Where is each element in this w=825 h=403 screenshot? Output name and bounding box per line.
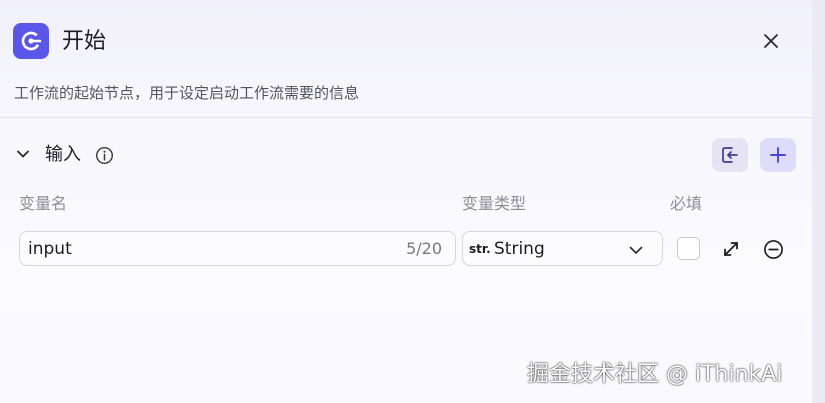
section-title-input: 输入	[45, 144, 81, 165]
background-edge	[812, 0, 825, 403]
start-node-icon	[13, 23, 49, 59]
chevron-down-icon	[629, 246, 643, 254]
info-icon[interactable]	[94, 145, 114, 165]
watermark: 掘金技术社区 @ iThinkAi	[527, 362, 783, 387]
start-node-panel: 开始 工作流的起始节点，用于设定启动工作流需要的信息 输入 变量名 变量类型 必…	[0, 0, 812, 403]
expand-icon	[724, 242, 738, 256]
header-divider	[0, 117, 812, 118]
page-title: 开始	[62, 29, 107, 54]
minus-circle-icon	[763, 239, 783, 259]
string-type-icon: str.	[469, 242, 491, 256]
remove-variable-button[interactable]	[762, 238, 784, 260]
column-header-required: 必填	[670, 194, 703, 213]
character-count: 5/20	[406, 239, 442, 258]
variable-name-value[interactable]: input	[28, 237, 72, 261]
required-checkbox[interactable]	[677, 237, 700, 260]
section-collapse-toggle[interactable]	[13, 144, 33, 164]
node-description: 工作流的起始节点，用于设定启动工作流需要的信息	[14, 84, 360, 102]
variable-type-select[interactable]: str. String	[462, 231, 663, 266]
variable-type-value: String	[494, 239, 545, 259]
import-variables-button[interactable]	[712, 138, 748, 172]
close-button[interactable]	[757, 27, 785, 55]
plus-icon	[770, 147, 786, 163]
column-header-name: 变量名	[19, 194, 68, 213]
column-header-type: 变量类型	[462, 194, 527, 213]
chevron-down-icon	[17, 150, 29, 158]
add-variable-button[interactable]	[760, 138, 796, 172]
variable-name-input[interactable]: input 5/20	[19, 231, 456, 266]
close-icon	[764, 34, 778, 48]
panel-header: 开始 工作流的起始节点，用于设定启动工作流需要的信息	[0, 0, 812, 118]
import-icon	[722, 147, 738, 163]
expand-row-button[interactable]	[720, 238, 742, 260]
